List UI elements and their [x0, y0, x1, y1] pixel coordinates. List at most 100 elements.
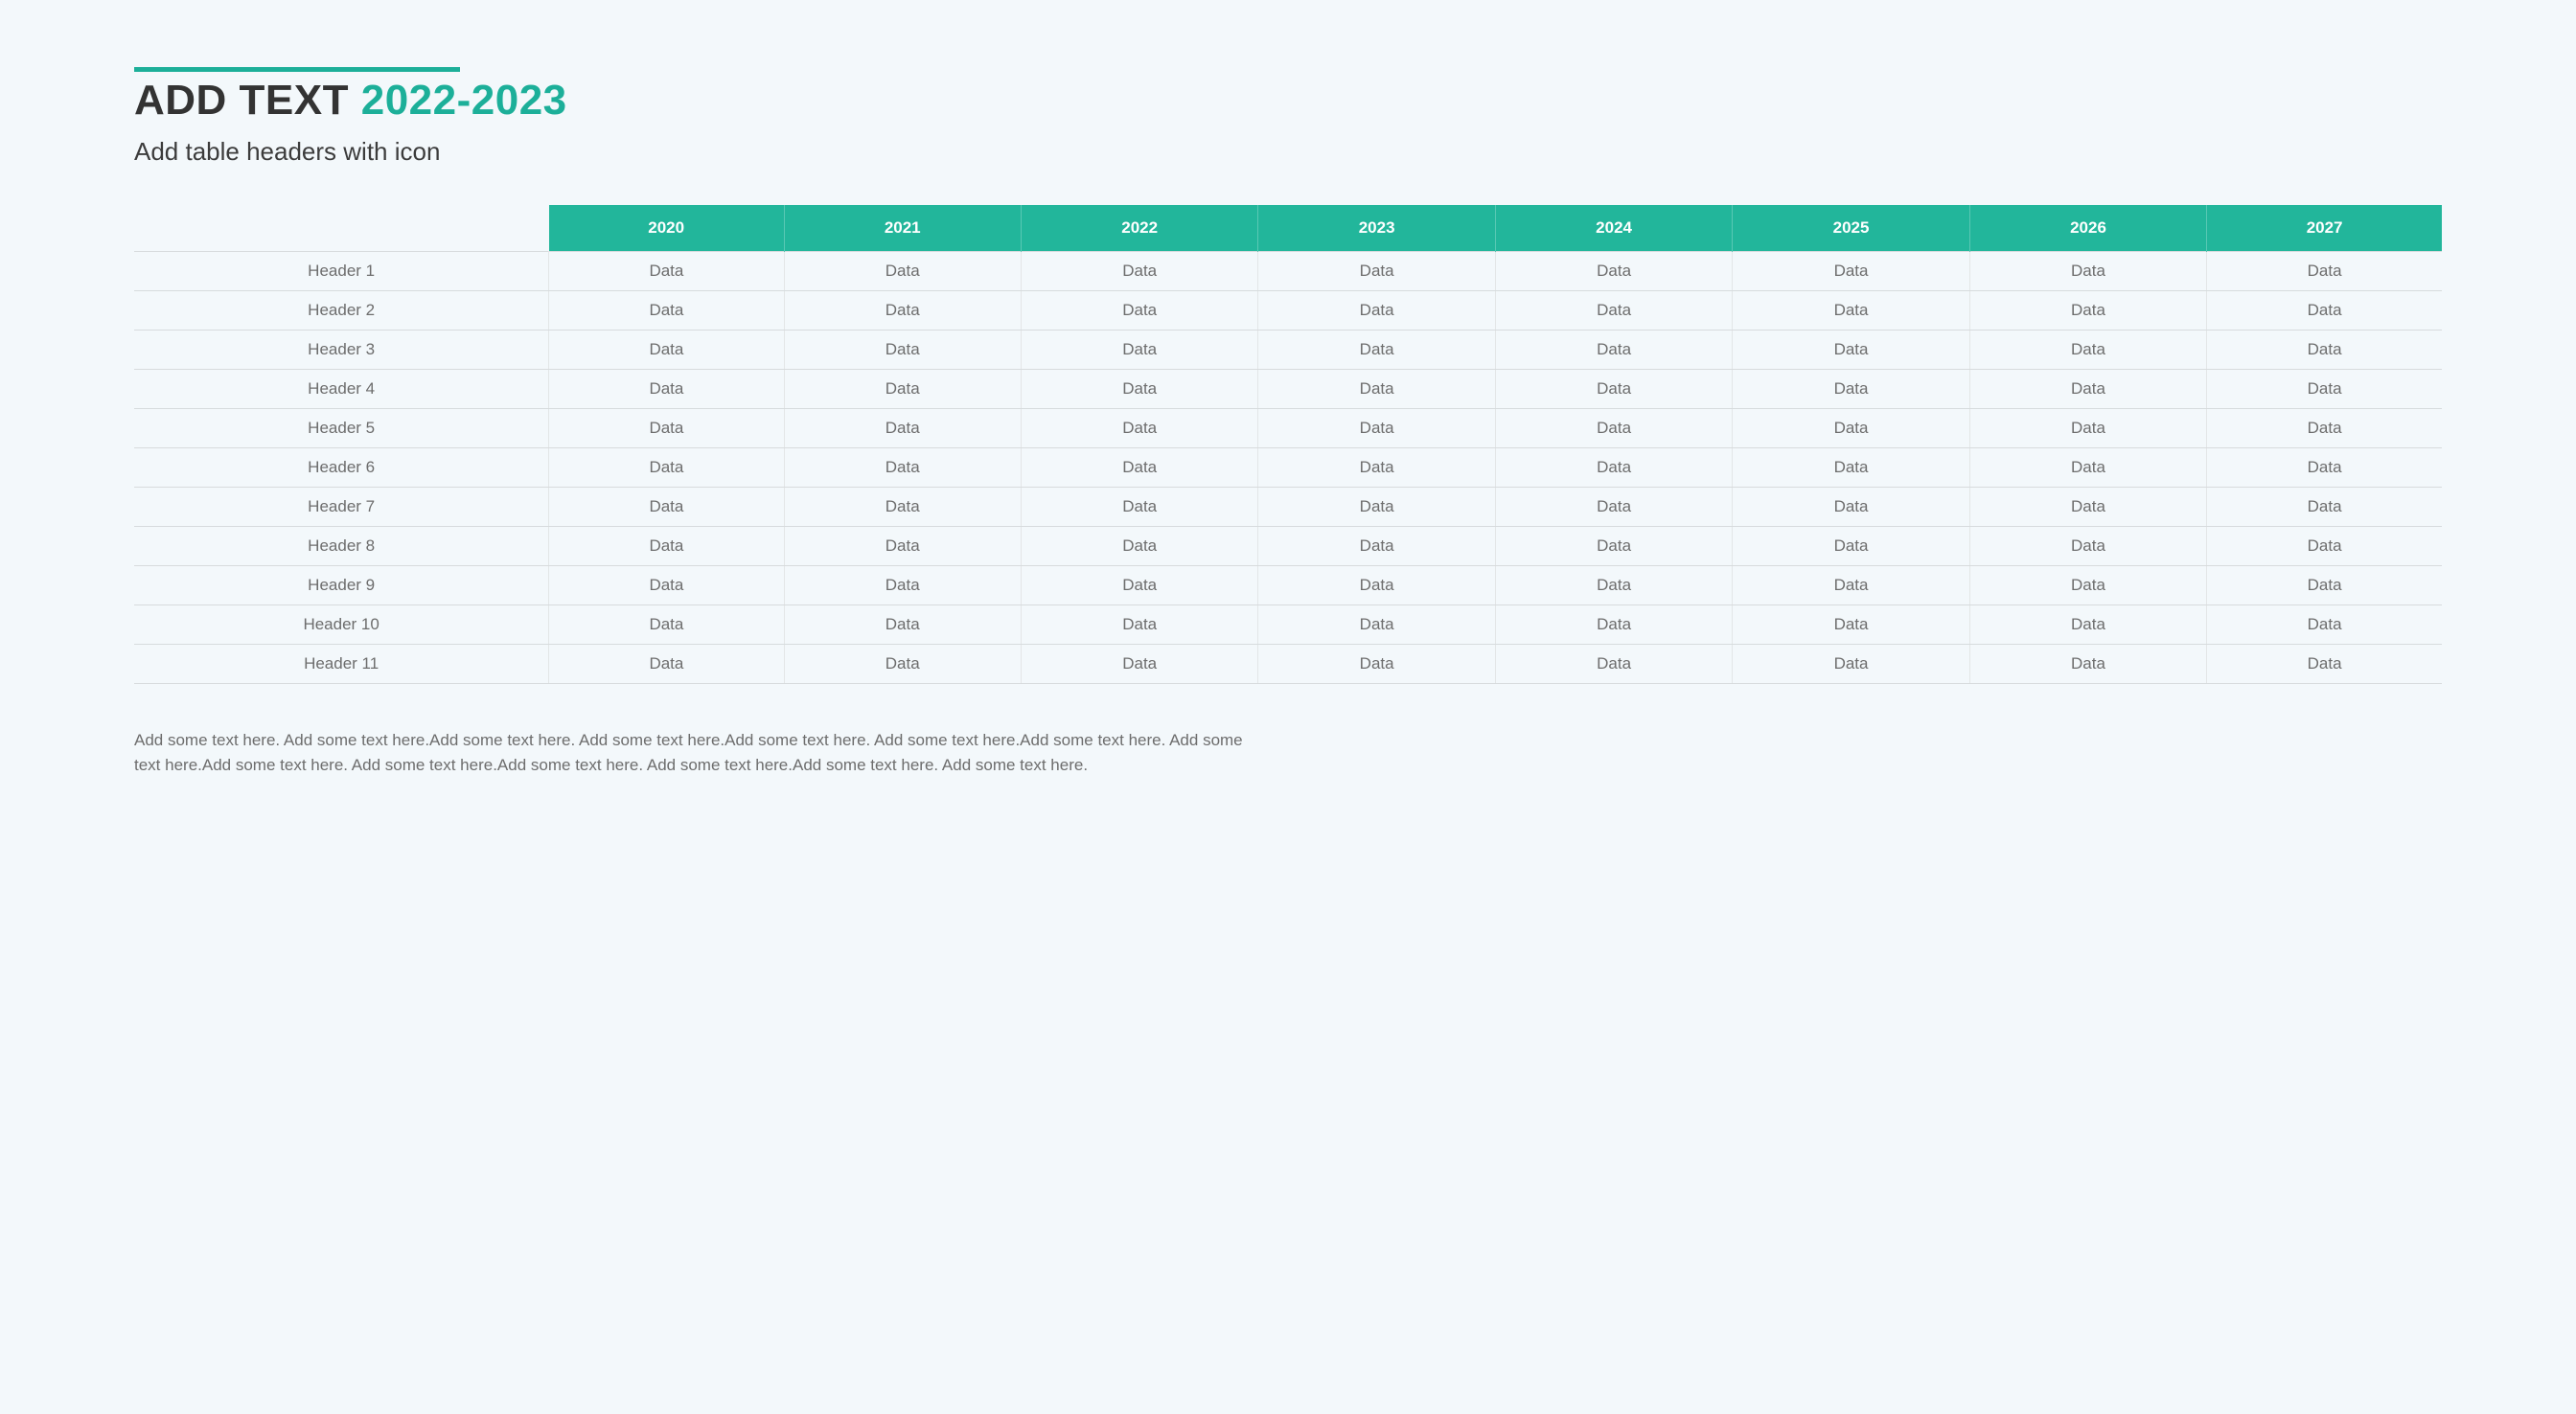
- table-cell: Data: [2207, 645, 2442, 684]
- table-cell: Data: [1969, 448, 2206, 488]
- table-cell: Data: [549, 252, 784, 291]
- table-row: Header 11DataDataDataDataDataDataDataDat…: [134, 645, 2442, 684]
- table-cell: Data: [1495, 331, 1732, 370]
- table-cell: Data: [1969, 645, 2206, 684]
- table-cell: Data: [549, 566, 784, 605]
- column-header: 2024: [1495, 205, 1732, 252]
- table-cell: Data: [1021, 488, 1257, 527]
- table-cell: Data: [1258, 291, 1495, 331]
- table-cell: Data: [2207, 488, 2442, 527]
- table-cell: Data: [1969, 409, 2206, 448]
- table-cell: Data: [2207, 370, 2442, 409]
- row-header: Header 3: [134, 331, 549, 370]
- table-cell: Data: [784, 566, 1021, 605]
- title-accent: 2022-2023: [361, 77, 567, 124]
- table-cell: Data: [1495, 409, 1732, 448]
- table-cell: Data: [1258, 645, 1495, 684]
- table-cell: Data: [549, 331, 784, 370]
- table-cell: Data: [549, 488, 784, 527]
- data-table-wrap: 20202021202220232024202520262027 Header …: [134, 205, 2442, 684]
- table-cell: Data: [784, 331, 1021, 370]
- table-corner-cell: [134, 205, 549, 252]
- table-cell: Data: [1021, 331, 1257, 370]
- table-cell: Data: [1258, 252, 1495, 291]
- table-row: Header 9DataDataDataDataDataDataDataData: [134, 566, 2442, 605]
- table-cell: Data: [1021, 527, 1257, 566]
- table-cell: Data: [1733, 252, 1969, 291]
- table-cell: Data: [1495, 370, 1732, 409]
- table-cell: Data: [1258, 527, 1495, 566]
- column-header: 2021: [784, 205, 1021, 252]
- page-title: ADD TEXT 2022-2023: [134, 78, 2442, 124]
- table-cell: Data: [1495, 488, 1732, 527]
- row-header: Header 5: [134, 409, 549, 448]
- table-cell: Data: [1969, 488, 2206, 527]
- row-header: Header 8: [134, 527, 549, 566]
- table-cell: Data: [1021, 409, 1257, 448]
- data-table: 20202021202220232024202520262027 Header …: [134, 205, 2442, 684]
- table-cell: Data: [2207, 605, 2442, 645]
- title-rule: [134, 67, 460, 72]
- table-row: Header 4DataDataDataDataDataDataDataData: [134, 370, 2442, 409]
- column-header: 2026: [1969, 205, 2206, 252]
- table-cell: Data: [1969, 331, 2206, 370]
- table-cell: Data: [2207, 566, 2442, 605]
- table-row: Header 8DataDataDataDataDataDataDataData: [134, 527, 2442, 566]
- table-cell: Data: [1733, 645, 1969, 684]
- table-cell: Data: [784, 252, 1021, 291]
- table-cell: Data: [2207, 252, 2442, 291]
- table-cell: Data: [1495, 566, 1732, 605]
- table-cell: Data: [549, 370, 784, 409]
- table-row: Header 10DataDataDataDataDataDataDataDat…: [134, 605, 2442, 645]
- table-cell: Data: [1495, 448, 1732, 488]
- table-body: Header 1DataDataDataDataDataDataDataData…: [134, 252, 2442, 684]
- column-header: 2022: [1021, 205, 1257, 252]
- row-header: Header 7: [134, 488, 549, 527]
- table-cell: Data: [1021, 566, 1257, 605]
- subtitle: Add table headers with icon: [134, 137, 2442, 167]
- table-cell: Data: [1495, 252, 1732, 291]
- column-header: 2020: [549, 205, 784, 252]
- title-main: ADD TEXT: [134, 77, 349, 124]
- table-cell: Data: [1021, 291, 1257, 331]
- table-cell: Data: [1258, 448, 1495, 488]
- table-cell: Data: [1021, 370, 1257, 409]
- row-header: Header 6: [134, 448, 549, 488]
- table-cell: Data: [784, 291, 1021, 331]
- table-row: Header 6DataDataDataDataDataDataDataData: [134, 448, 2442, 488]
- table-cell: Data: [1733, 448, 1969, 488]
- table-row: Header 2DataDataDataDataDataDataDataData: [134, 291, 2442, 331]
- row-header: Header 10: [134, 605, 549, 645]
- table-cell: Data: [784, 527, 1021, 566]
- table-cell: Data: [1969, 605, 2206, 645]
- table-cell: Data: [549, 448, 784, 488]
- row-header: Header 11: [134, 645, 549, 684]
- footer-text: Add some text here. Add some text here.A…: [134, 728, 1265, 777]
- table-cell: Data: [1258, 488, 1495, 527]
- row-header: Header 1: [134, 252, 549, 291]
- table-cell: Data: [2207, 448, 2442, 488]
- table-cell: Data: [1969, 370, 2206, 409]
- column-header: 2025: [1733, 205, 1969, 252]
- table-cell: Data: [1969, 291, 2206, 331]
- row-header: Header 2: [134, 291, 549, 331]
- table-row: Header 7DataDataDataDataDataDataDataData: [134, 488, 2442, 527]
- table-cell: Data: [549, 645, 784, 684]
- table-row: Header 3DataDataDataDataDataDataDataData: [134, 331, 2442, 370]
- table-cell: Data: [1733, 409, 1969, 448]
- table-row: Header 1DataDataDataDataDataDataDataData: [134, 252, 2442, 291]
- table-cell: Data: [1733, 488, 1969, 527]
- table-cell: Data: [784, 645, 1021, 684]
- table-cell: Data: [1258, 605, 1495, 645]
- table-cell: Data: [1495, 605, 1732, 645]
- table-cell: Data: [2207, 291, 2442, 331]
- table-cell: Data: [549, 409, 784, 448]
- column-header: 2023: [1258, 205, 1495, 252]
- table-cell: Data: [1495, 291, 1732, 331]
- table-cell: Data: [1733, 566, 1969, 605]
- table-cell: Data: [784, 370, 1021, 409]
- row-header: Header 9: [134, 566, 549, 605]
- table-cell: Data: [1021, 645, 1257, 684]
- table-cell: Data: [1969, 527, 2206, 566]
- column-header: 2027: [2207, 205, 2442, 252]
